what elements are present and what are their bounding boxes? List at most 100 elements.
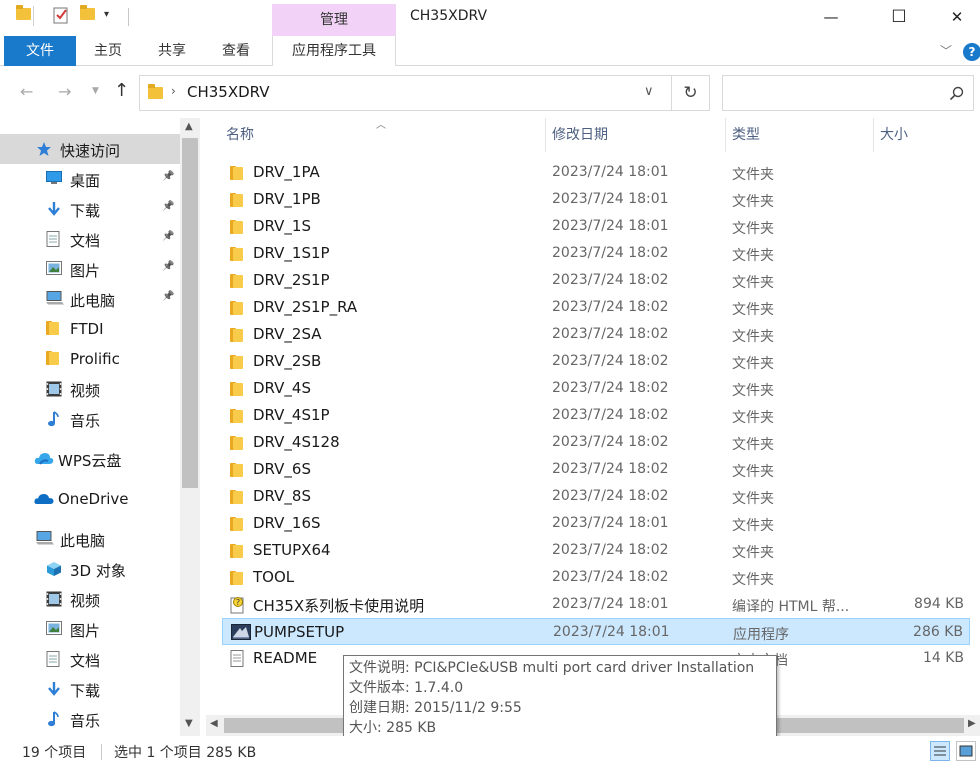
sidebar-item[interactable]: 视频 bbox=[0, 584, 180, 614]
file-name: DRV_4S1P bbox=[253, 406, 330, 424]
scroll-right-icon[interactable]: ▶ bbox=[968, 718, 976, 729]
sidebar-item[interactable]: 文档 bbox=[0, 644, 180, 674]
scroll-left-icon[interactable]: ◀ bbox=[210, 718, 218, 729]
sidebar-item-label: 下载 bbox=[70, 682, 101, 700]
large-icons-view-button[interactable] bbox=[956, 741, 976, 761]
sidebar-item[interactable]: OneDrive bbox=[0, 484, 180, 514]
file-type: 文件夹 bbox=[732, 329, 774, 345]
file-type: 文件夹 bbox=[732, 383, 774, 399]
sidebar-item[interactable]: Prolific bbox=[0, 344, 180, 374]
column-header-name[interactable]: 名称 bbox=[220, 118, 546, 152]
file-row[interactable]: DRV_2SA 2023/7/24 18:02 文件夹 bbox=[222, 321, 970, 348]
file-row[interactable]: DRV_6S 2023/7/24 18:02 文件夹 bbox=[222, 456, 970, 483]
sidebar-item[interactable]: 桌面 📌 bbox=[0, 164, 180, 194]
properties-icon[interactable] bbox=[53, 6, 69, 28]
tab-application-tools[interactable]: 应用程序工具 bbox=[272, 36, 396, 66]
item-count: 19 个项目 bbox=[22, 745, 87, 761]
customize-toolbar-icon[interactable]: ▾ bbox=[104, 9, 109, 20]
minimize-button[interactable]: — bbox=[808, 0, 854, 34]
pin-icon[interactable]: 📌 bbox=[162, 291, 174, 302]
sidebar-item[interactable]: 图片 bbox=[0, 614, 180, 644]
help-button[interactable]: ? bbox=[963, 43, 980, 61]
sidebar-item-label: FTDI bbox=[70, 320, 104, 338]
file-row[interactable]: TOOL 2023/7/24 18:02 文件夹 bbox=[222, 564, 970, 591]
file-row[interactable]: DRV_2S1P_RA 2023/7/24 18:02 文件夹 bbox=[222, 294, 970, 321]
file-row[interactable]: DRV_4S1P 2023/7/24 18:02 文件夹 bbox=[222, 402, 970, 429]
file-row[interactable]: DRV_2SB 2023/7/24 18:02 文件夹 bbox=[222, 348, 970, 375]
sidebar-item[interactable]: 文档 📌 bbox=[0, 224, 180, 254]
tab-view[interactable]: 查看 bbox=[208, 36, 264, 66]
sidebar-item[interactable]: 视频 bbox=[0, 374, 180, 404]
sidebar-item[interactable]: 音乐 bbox=[0, 704, 180, 734]
breadcrumb-current[interactable]: CH35XDRV bbox=[187, 83, 270, 101]
pin-icon[interactable]: 📌 bbox=[162, 171, 174, 182]
scroll-up-icon[interactable]: ▲ bbox=[185, 121, 193, 132]
sidebar-item[interactable]: 快速访问 bbox=[0, 134, 180, 164]
sidebar-item[interactable]: 3D 对象 bbox=[0, 554, 180, 584]
tab-file[interactable]: 文件 bbox=[4, 36, 76, 66]
up-icon[interactable]: ↑ bbox=[114, 80, 129, 101]
sidebar-item[interactable]: 此电脑 bbox=[0, 524, 180, 554]
maximize-button[interactable]: ☐ bbox=[876, 0, 922, 34]
file-row[interactable]: DRV_1PA 2023/7/24 18:01 文件夹 bbox=[222, 159, 970, 186]
address-dropdown-icon[interactable]: ∨ bbox=[644, 84, 654, 99]
file-row[interactable]: DRV_4S 2023/7/24 18:02 文件夹 bbox=[222, 375, 970, 402]
file-type: 文件夹 bbox=[732, 545, 774, 561]
star-icon bbox=[36, 141, 52, 156]
details-view-button[interactable] bbox=[930, 741, 950, 761]
svg-text:?: ? bbox=[236, 598, 240, 607]
address-bar[interactable]: › CH35XDRV ∨ bbox=[139, 75, 672, 111]
pin-icon[interactable]: 📌 bbox=[162, 201, 174, 212]
pin-icon[interactable]: 📌 bbox=[162, 231, 174, 242]
title-bar: ▾ 管理 CH35XDRV — ☐ ✕ bbox=[0, 0, 980, 36]
sidebar-item[interactable]: WPS云盘 bbox=[0, 444, 180, 474]
file-name: DRV_1PB bbox=[253, 190, 321, 208]
file-row[interactable]: DRV_1S1P 2023/7/24 18:02 文件夹 bbox=[222, 240, 970, 267]
file-row[interactable]: DRV_1PB 2023/7/24 18:01 文件夹 bbox=[222, 186, 970, 213]
file-row[interactable]: DRV_4S128 2023/7/24 18:02 文件夹 bbox=[222, 429, 970, 456]
breadcrumb-separator-icon[interactable]: › bbox=[171, 84, 176, 98]
scroll-down-icon[interactable]: ▼ bbox=[185, 718, 193, 729]
navigation-scrollbar[interactable]: ▲ ▼ bbox=[180, 118, 200, 736]
cube-icon bbox=[46, 561, 62, 576]
scrollbar-thumb[interactable] bbox=[182, 138, 198, 488]
folder-icon bbox=[230, 220, 244, 234]
music-icon bbox=[46, 711, 62, 727]
back-icon[interactable]: ← bbox=[20, 82, 33, 101]
forward-icon[interactable]: → bbox=[58, 82, 71, 101]
sidebar-item[interactable]: 音乐 bbox=[0, 404, 180, 434]
sidebar-item-label: 3D 对象 bbox=[70, 562, 126, 580]
refresh-button[interactable]: ↻ bbox=[672, 75, 710, 111]
file-date: 2023/7/24 18:02 bbox=[552, 272, 669, 288]
video-icon bbox=[46, 591, 62, 607]
tab-share[interactable]: 共享 bbox=[144, 36, 200, 66]
file-row[interactable]: DRV_1S 2023/7/24 18:01 文件夹 bbox=[222, 213, 970, 240]
sidebar-item[interactable]: 下载 📌 bbox=[0, 194, 180, 224]
sidebar-item[interactable]: 图片 📌 bbox=[0, 254, 180, 284]
file-date: 2023/7/24 18:02 bbox=[552, 434, 669, 450]
new-folder-icon[interactable] bbox=[80, 5, 95, 20]
file-row[interactable]: SETUPX64 2023/7/24 18:02 文件夹 bbox=[222, 537, 970, 564]
file-row[interactable]: DRV_16S 2023/7/24 18:01 文件夹 bbox=[222, 510, 970, 537]
file-date: 2023/7/24 18:01 bbox=[552, 191, 669, 207]
sidebar-item[interactable]: 此电脑 📌 bbox=[0, 284, 180, 314]
column-header-type[interactable]: 类型 bbox=[726, 118, 874, 152]
file-row[interactable]: DRV_2S1P 2023/7/24 18:02 文件夹 bbox=[222, 267, 970, 294]
sidebar-item-label: 文档 bbox=[70, 232, 101, 250]
column-header-size[interactable]: 大小 bbox=[874, 118, 970, 152]
close-button[interactable]: ✕ bbox=[934, 0, 980, 34]
sidebar-item[interactable]: FTDI bbox=[0, 314, 180, 344]
folder-icon bbox=[46, 321, 62, 335]
file-date: 2023/7/24 18:02 bbox=[552, 353, 669, 369]
file-row[interactable]: ? CH35X系列板卡使用说明 2023/7/24 18:01 编译的 HTML 帮.… bbox=[222, 591, 970, 618]
file-row[interactable]: DRV_8S 2023/7/24 18:02 文件夹 bbox=[222, 483, 970, 510]
pin-icon[interactable]: 📌 bbox=[162, 261, 174, 272]
sidebar-item[interactable]: 下载 bbox=[0, 674, 180, 704]
recent-locations-icon[interactable]: ▼ bbox=[92, 86, 99, 96]
file-row[interactable]: PUMPSETUP 2023/7/24 18:01 应用程序 286 KB bbox=[222, 618, 970, 645]
column-header-date[interactable]: 修改日期 bbox=[546, 118, 726, 152]
search-input[interactable] bbox=[722, 75, 974, 111]
separator bbox=[33, 6, 34, 26]
expand-ribbon-icon[interactable]: ﹀ bbox=[940, 42, 952, 59]
tab-home[interactable]: 主页 bbox=[80, 36, 136, 66]
